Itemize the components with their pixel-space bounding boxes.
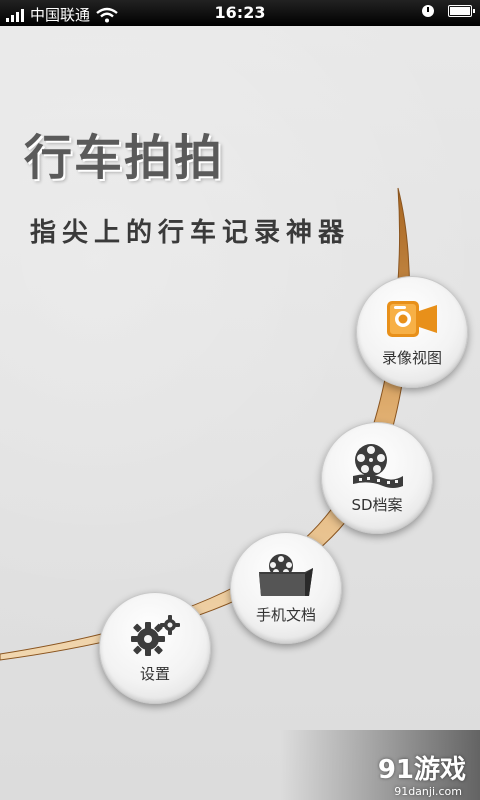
sd-archive-label: SD档案 [351,495,403,514]
phone-docs-label: 手机文档 [255,605,316,624]
settings-button[interactable]: 设置 [99,592,211,704]
watermark-brand: 91游戏 [377,755,466,785]
camcorder-icon [387,300,437,337]
sd-archive-button[interactable]: SD档案 [321,422,433,534]
record-view-button[interactable]: 录像视图 [356,276,468,388]
gears-icon [131,614,180,656]
status-right [422,5,475,17]
battery-icon [448,5,475,17]
watermark-logo: 91游戏 [378,749,466,786]
home-screen: 行车拍拍 指尖上的行车记录神器 录像视图 SD档案 手机文档 设置 91游戏 9… [0,26,480,800]
film-folder-icon [259,553,313,596]
phone-docs-button[interactable]: 手机文档 [230,532,342,644]
clock-icon [422,5,434,17]
watermark-site: 91danji.com [394,785,462,798]
record-view-label: 录像视图 [381,348,442,367]
decorative-arc [0,187,410,661]
film-reel-icon [353,443,403,488]
status-time: 16:23 [214,3,266,22]
settings-label: 设置 [139,664,170,683]
status-bar: 中国联通 16:23 [0,0,480,26]
